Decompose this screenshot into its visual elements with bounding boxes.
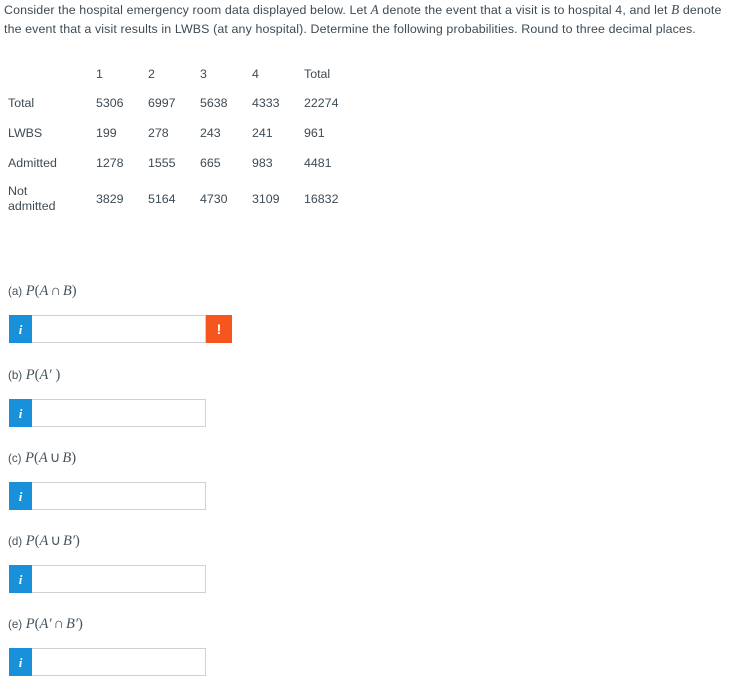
question-c-expression: (c) P(A ∪ B): [8, 450, 76, 466]
answer-input-e[interactable]: [32, 648, 206, 676]
answer-row-d: i: [9, 565, 206, 593]
table-row: Not admitted 3829 5164 4730 3109 16832: [8, 178, 364, 220]
row-label-line-2: admitted: [8, 199, 56, 213]
table-row: Total 5306 6997 5638 4333 22274: [8, 88, 364, 118]
problem-statement: Consider the hospital emergency room dat…: [4, 0, 742, 39]
answer-row-b: i: [9, 399, 206, 427]
cell-total-h1: 5306: [96, 95, 124, 110]
question-c-operand-2: B: [62, 450, 72, 466]
table-col-header-4: 4: [252, 66, 259, 81]
cell-total-h2: 6997: [148, 95, 176, 110]
question-a-operator: ∩: [50, 283, 61, 299]
question-b-close-paren: ): [55, 367, 61, 383]
cell-admitted-h2: 1555: [148, 155, 176, 170]
info-icon[interactable]: i: [9, 648, 32, 676]
cell-total-h3: 5638: [200, 95, 228, 110]
cell-admitted-total: 4481: [304, 155, 332, 170]
row-label-admitted: Admitted: [8, 148, 96, 178]
cell-admitted-h4: 983: [252, 155, 273, 170]
cell-lwbs-h4: 241: [252, 125, 273, 140]
question-e-operand-2: B′: [66, 616, 79, 632]
table-row: LWBS 199 278 243 241 961: [8, 118, 364, 148]
cell-admitted-h3: 665: [200, 155, 221, 170]
answer-row-a: i !: [9, 315, 232, 343]
question-a-tag: (a): [8, 285, 23, 298]
cell-not-admitted-h1: 3829: [96, 191, 124, 206]
info-icon[interactable]: i: [9, 399, 32, 427]
question-b-tag: (b): [8, 369, 23, 382]
table-col-header-1: 1: [96, 66, 103, 81]
question-d-label: (d) P(A ∪ B′): [8, 532, 80, 550]
question-c-tag: (c): [8, 452, 22, 465]
question-d-operator: ∪: [50, 533, 61, 549]
question-b-label: (b) P(A′): [8, 366, 60, 384]
cell-lwbs-h3: 243: [200, 125, 221, 140]
question-e-operand-1: A′: [39, 616, 52, 632]
table-header: 1 2 3 4 Total: [8, 60, 364, 88]
table-col-header-3: 3: [200, 66, 207, 81]
question-b-p: P: [25, 367, 35, 383]
answer-input-a[interactable]: [32, 315, 206, 343]
row-label-line-1: Not: [8, 184, 28, 198]
question-c-operand-1: A: [38, 450, 48, 466]
question-e-p: P: [25, 616, 35, 632]
table-body: Total 5306 6997 5638 4333 22274 LWBS 199…: [8, 88, 364, 220]
info-icon[interactable]: i: [9, 482, 32, 510]
table-col-header-total: Total: [304, 66, 331, 81]
question-e-tag: (e): [8, 618, 23, 631]
cell-not-admitted-h4: 3109: [252, 191, 280, 206]
question-c-close-paren: ): [71, 450, 77, 466]
question-a-operand-2: B: [62, 283, 72, 299]
cell-lwbs-h1: 199: [96, 125, 117, 140]
question-a-p: P: [25, 283, 35, 299]
prompt-text-part-1: Consider the hospital emergency room dat…: [4, 3, 371, 17]
row-label-line-1: LWBS: [8, 125, 43, 140]
cell-not-admitted-h3: 4730: [200, 191, 228, 206]
question-d-close-paren: ): [75, 533, 80, 549]
question-b-expression: (b) P(A′): [8, 367, 60, 383]
answer-input-c[interactable]: [32, 482, 206, 510]
cell-total-h4: 4333: [252, 95, 280, 110]
question-e-expression: (e) P(A′ ∩ B′): [8, 616, 83, 632]
hospital-data-table: 1 2 3 4 Total Total 5306 6997 5638 4333 …: [8, 60, 364, 220]
variable-a: A: [370, 2, 379, 17]
answer-row-e: i: [9, 648, 206, 676]
row-label-lwbs: LWBS: [8, 118, 96, 148]
row-label-line-1: Admitted: [8, 155, 57, 170]
info-icon[interactable]: i: [9, 565, 32, 593]
question-e-close-paren: ): [78, 616, 83, 632]
cell-lwbs-h2: 278: [148, 125, 169, 140]
table-col-header-2: 2: [148, 66, 155, 81]
answer-input-d[interactable]: [32, 565, 206, 593]
question-d-p: P: [25, 533, 35, 549]
answer-input-b[interactable]: [32, 399, 206, 427]
cell-lwbs-total: 961: [304, 125, 325, 140]
question-d-tag: (d): [8, 535, 23, 548]
prompt-text-part-2: denote the event that a visit is to hosp…: [378, 3, 672, 17]
question-a-close-paren: ): [71, 283, 77, 299]
cell-admitted-h1: 1278: [96, 155, 124, 170]
question-d-operand-2: B′: [62, 533, 76, 549]
row-label-total: Total: [8, 88, 96, 118]
question-c-operator: ∪: [49, 450, 61, 466]
question-b-operand-1: A′: [39, 367, 52, 383]
question-e-label: (e) P(A′ ∩ B′): [8, 615, 83, 633]
row-label-not-admitted: Not admitted: [8, 178, 96, 220]
question-a-label: (a) P(A ∩ B): [8, 282, 77, 300]
cell-total-total: 22274: [304, 95, 339, 110]
warning-icon[interactable]: !: [206, 315, 232, 343]
row-label-line-1: Total: [8, 95, 35, 110]
table-corner-cell: [8, 60, 96, 88]
question-e-operator: ∩: [53, 616, 65, 632]
question-d-expression: (d) P(A ∪ B′): [8, 533, 80, 549]
question-c-p: P: [25, 450, 35, 466]
info-icon[interactable]: i: [9, 315, 32, 343]
table-header-row: 1 2 3 4 Total: [8, 60, 364, 88]
cell-not-admitted-total: 16832: [304, 191, 339, 206]
question-a-expression: (a) P(A ∩ B): [8, 283, 77, 299]
question-c-label: (c) P(A ∪ B): [8, 449, 76, 467]
cell-not-admitted-h2: 5164: [148, 191, 176, 206]
table-row: Admitted 1278 1555 665 983 4481: [8, 148, 364, 178]
answer-row-c: i: [9, 482, 206, 510]
